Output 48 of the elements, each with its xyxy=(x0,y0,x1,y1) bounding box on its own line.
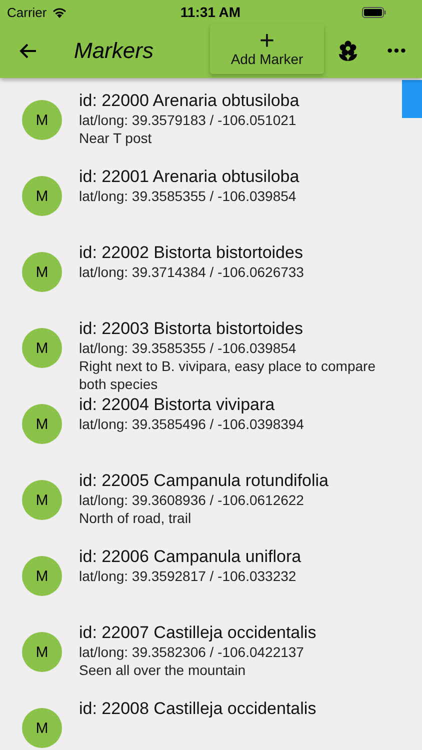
marker-row[interactable]: M id: 22000 Arenaria obtusiloba lat/long: 39.3579183 / -106.051021 Near T post xyxy=(0,90,422,166)
back-arrow-icon xyxy=(19,43,37,59)
marker-coordinates: lat/long: 39.3585496 / -106.0398394 xyxy=(79,415,305,433)
marker-avatar: M xyxy=(22,632,62,672)
marker-title: id: 22004 Bistorta vivipara xyxy=(79,394,276,415)
marker-note: Near T post xyxy=(79,129,153,147)
marker-avatar: M xyxy=(22,100,62,140)
marker-coordinates: lat/long: 39.3608936 / -106.0612622 xyxy=(79,491,305,509)
marker-note: Right next to B. vivipara, easy place to compare both species xyxy=(79,357,376,393)
status-time: 11:31 AM xyxy=(180,4,241,20)
marker-title: id: 22008 Castilleja occidentalis xyxy=(79,698,318,719)
marker-avatar: M xyxy=(22,480,62,520)
marker-avatar: M xyxy=(22,328,62,368)
marker-coordinates: lat/long: 39.3579183 / -106.051021 xyxy=(79,111,298,129)
marker-avatar: M xyxy=(22,176,62,216)
marker-avatar: M xyxy=(22,404,62,444)
marker-coordinates: lat/long: 39.3585355 / -106.039854 xyxy=(79,187,298,205)
marker-row[interactable]: M id: 22006 Campanula uniflora lat/long: 39.3592817 / -106.033232 xyxy=(0,546,422,622)
marker-row[interactable]: M id: 22004 Bistorta vivipara lat/long: 39.3585496 / -106.0398394 xyxy=(0,394,422,470)
marker-coordinates: lat/long: 39.3582306 / -106.0422137 xyxy=(79,643,305,661)
marker-note: North of road, trail xyxy=(79,509,192,527)
marker-note: Seen all over the mountain xyxy=(79,661,247,679)
marker-row[interactable]: M id: 22008 Castilleja occidentalis xyxy=(0,698,422,750)
marker-coordinates: lat/long: 39.3592817 / -106.033232 xyxy=(79,567,298,585)
marker-title: id: 22002 Bistorta bistortoides xyxy=(79,242,304,263)
marker-row[interactable]: M id: 22007 Castilleja occidentalis lat/long: 39.3582306 / -106.0422137 Seen all over the mountain xyxy=(0,622,422,698)
marker-coordinates: lat/long: 39.3714384 / -106.0626733 xyxy=(79,263,305,281)
wifi-icon xyxy=(52,6,67,18)
add-marker-button[interactable]: + Add Marker xyxy=(210,24,324,74)
flower-icon xyxy=(338,40,358,62)
marker-title: id: 22007 Castilleja occidentalis xyxy=(79,622,318,643)
marker-avatar: M xyxy=(22,252,62,292)
marker-title: id: 22006 Campanula uniflora xyxy=(79,546,302,567)
marker-row[interactable]: M id: 22001 Arenaria obtusiloba lat/long: 39.3585355 / -106.039854 xyxy=(0,166,422,242)
page-title: Markers xyxy=(74,38,154,64)
marker-row[interactable]: M id: 22002 Bistorta bistortoides lat/long: 39.3714384 / -106.0626733 xyxy=(0,242,422,318)
marker-row[interactable]: M id: 22003 Bistorta bistortoides lat/long: 39.3585355 / -106.039854 Right next to B. vivipara, easy place to compare both species xyxy=(0,318,422,394)
carrier-label: Carrier xyxy=(7,4,47,20)
marker-coordinates: lat/long: 39.3585355 / -106.039854 xyxy=(79,339,298,357)
marker-avatar: M xyxy=(22,556,62,596)
marker-row[interactable]: M id: 22005 Campanula rotundifolia lat/long: 39.3608936 / -106.0612622 North of road, trail xyxy=(0,470,422,546)
marker-title: id: 22001 Arenaria obtusiloba xyxy=(79,166,300,187)
marker-title: id: 22000 Arenaria obtusiloba xyxy=(79,90,300,111)
marker-title: id: 22003 Bistorta bistortoides xyxy=(79,318,304,339)
marker-title: id: 22005 Campanula rotundifolia xyxy=(79,470,330,491)
more-menu-button[interactable]: ••• xyxy=(372,24,420,78)
scrollbar-thumb[interactable] xyxy=(402,80,422,118)
marker-avatar: M xyxy=(22,708,62,748)
